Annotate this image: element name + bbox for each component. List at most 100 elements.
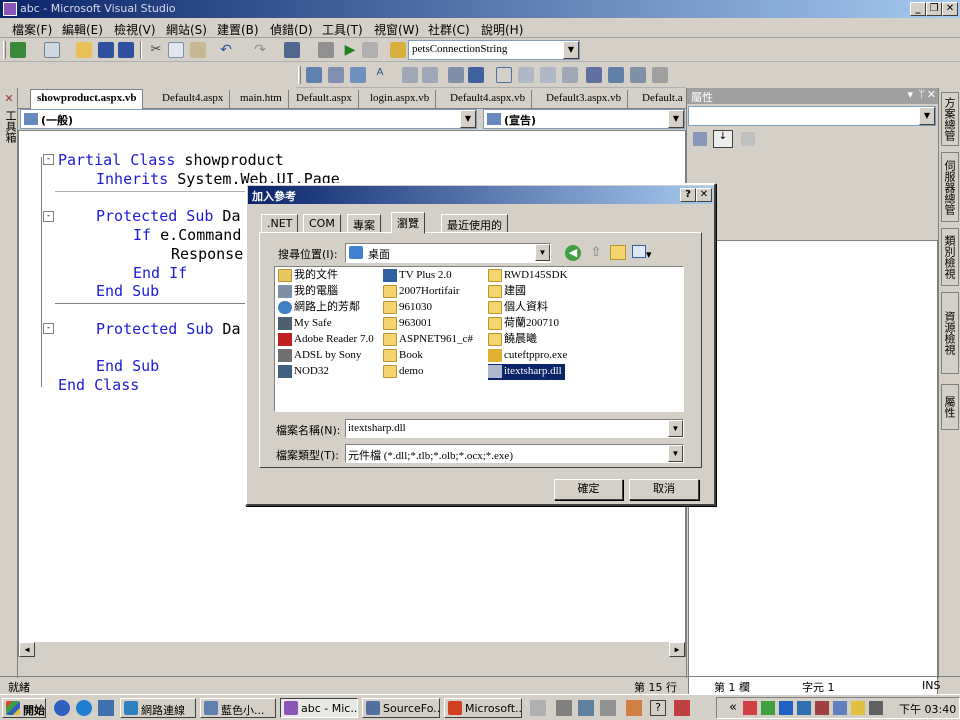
method-combo[interactable]: (宣告) ▼ bbox=[483, 109, 685, 129]
select-icon[interactable] bbox=[350, 67, 366, 83]
ok-button[interactable]: 確定 bbox=[554, 479, 623, 500]
tab-solution-explorer[interactable]: 方案總管 bbox=[941, 92, 959, 146]
list-item[interactable]: TV Plus 2.0 bbox=[383, 268, 452, 284]
horizontal-scrollbar[interactable]: ◀ ▶ bbox=[19, 641, 685, 657]
quicklaunch-icon[interactable] bbox=[530, 700, 546, 716]
add-item-icon[interactable] bbox=[44, 42, 60, 58]
task-icon[interactable] bbox=[586, 67, 602, 83]
list-item-selected[interactable]: itextsharp.dll bbox=[487, 363, 566, 381]
list-item[interactable]: RWD145SDK bbox=[488, 268, 568, 284]
tab-recent[interactable]: 最近使用的 bbox=[441, 214, 508, 233]
bookmark-clear-icon[interactable] bbox=[652, 67, 668, 83]
chevron-down-icon[interactable]: ▼ bbox=[668, 445, 683, 462]
chevron-down-icon[interactable]: ▼ bbox=[460, 110, 476, 128]
restore-button[interactable]: ❐ bbox=[926, 2, 942, 16]
chevron-down-icon[interactable]: ▼ bbox=[535, 244, 550, 261]
alphabetical-icon[interactable]: ↓ bbox=[713, 130, 733, 148]
media-player-icon[interactable] bbox=[54, 700, 70, 716]
menu-tools[interactable]: 工具(T) bbox=[322, 21, 363, 38]
tab-project[interactable]: 專案 bbox=[347, 214, 381, 233]
help-button[interactable]: ? bbox=[680, 188, 696, 202]
undo-icon[interactable]: ↶ bbox=[218, 42, 234, 58]
connection-combo[interactable]: petsConnectionString ▼ bbox=[408, 40, 580, 60]
connection-icon[interactable] bbox=[390, 42, 406, 58]
tray-icon[interactable] bbox=[815, 701, 829, 715]
task-sourceforge[interactable]: SourceFo... bbox=[362, 698, 440, 718]
outdent-icon[interactable] bbox=[402, 67, 418, 83]
save-all-icon[interactable] bbox=[118, 42, 134, 58]
close-icon[interactable]: ✕ bbox=[927, 88, 936, 101]
find-icon[interactable] bbox=[362, 42, 378, 58]
new-folder-icon[interactable] bbox=[610, 245, 626, 260]
collapse-icon[interactable]: - bbox=[43, 323, 54, 334]
tab-default4-aspx[interactable]: Default4.aspx bbox=[156, 90, 231, 108]
menu-website[interactable]: 網站(S) bbox=[166, 21, 207, 38]
navigate-icon[interactable] bbox=[284, 42, 300, 58]
tab-server-explorer[interactable]: 伺服器總管 bbox=[941, 152, 959, 222]
tab-properties[interactable]: 屬性 bbox=[941, 384, 959, 430]
task-visual-studio[interactable]: abc - Mic... bbox=[280, 698, 358, 718]
list-item[interactable]: cuteftppro.exe bbox=[488, 348, 567, 364]
ie-icon[interactable] bbox=[76, 700, 92, 716]
dialog-close-button[interactable]: ✕ bbox=[696, 188, 712, 202]
quicklaunch-icon[interactable] bbox=[556, 700, 572, 716]
quicklaunch-icon[interactable] bbox=[578, 700, 594, 716]
file-list[interactable]: 我的文件 我的電腦 網路上的芳鄰 My Safe Adobe Reader 7.… bbox=[274, 266, 684, 412]
property-pages-icon[interactable] bbox=[741, 132, 755, 146]
class-combo[interactable]: (一般) ▼ bbox=[20, 109, 477, 129]
tab-default4-aspx-vb[interactable]: Default4.aspx.vb bbox=[444, 90, 533, 108]
list-item[interactable]: 荷蘭200710 bbox=[488, 316, 559, 332]
collapse-icon[interactable]: - bbox=[43, 154, 54, 165]
toolbox-tab[interactable]: 工具箱 bbox=[2, 110, 18, 143]
task-microsoft[interactable]: Microsoft... bbox=[444, 698, 522, 718]
task-blue[interactable]: 藍色小... bbox=[200, 698, 276, 718]
menu-edit[interactable]: 編輯(E) bbox=[62, 21, 103, 38]
next-bookmark-icon[interactable] bbox=[540, 67, 556, 83]
toolbar-grip[interactable] bbox=[3, 41, 6, 59]
layout-icon[interactable] bbox=[306, 67, 322, 83]
tab-class-view[interactable]: 類別檢視 bbox=[941, 228, 959, 286]
property-grid[interactable] bbox=[688, 240, 938, 705]
title-bar[interactable]: abc - Microsoft Visual Studio _ ❐ ✕ bbox=[0, 0, 960, 18]
tab-resource-view[interactable]: 資源檢視 bbox=[941, 292, 959, 374]
tab-main-htm[interactable]: main.htm bbox=[234, 90, 289, 108]
dropdown-icon[interactable]: ▾ bbox=[907, 88, 913, 101]
list-item[interactable]: ADSL by Sony bbox=[278, 348, 361, 364]
pin-icon[interactable]: ᛘ bbox=[918, 88, 925, 101]
up-folder-icon[interactable]: ⇧ bbox=[588, 245, 604, 261]
start-button[interactable]: 開始 bbox=[2, 698, 46, 718]
list-item[interactable]: NOD32 bbox=[278, 364, 329, 380]
open-file-icon[interactable] bbox=[76, 42, 92, 58]
position-icon[interactable] bbox=[328, 67, 344, 83]
filename-input[interactable]: itextsharp.dll ▼ bbox=[345, 419, 684, 438]
task-network[interactable]: 網路連線 bbox=[120, 698, 196, 718]
tab-com[interactable]: COM bbox=[303, 214, 341, 233]
lookin-combo[interactable]: 桌面 ▼ bbox=[345, 243, 551, 263]
cut-icon[interactable]: ✂ bbox=[148, 42, 164, 58]
new-project-icon[interactable] bbox=[10, 42, 26, 58]
minimize-button[interactable]: _ bbox=[910, 2, 926, 16]
list-item[interactable]: ASPNET961_c# bbox=[383, 332, 473, 348]
uncomment-icon[interactable] bbox=[468, 67, 484, 83]
menu-help[interactable]: 說明(H) bbox=[481, 21, 523, 38]
list-item[interactable]: 饒晨曦 bbox=[488, 332, 537, 348]
redo-icon[interactable]: ↷ bbox=[252, 42, 268, 58]
menu-build[interactable]: 建置(B) bbox=[217, 21, 259, 38]
bluetooth-icon[interactable] bbox=[797, 701, 811, 715]
tab-default3-aspx-vb[interactable]: Default3.aspx.vb bbox=[540, 90, 629, 108]
list-item[interactable]: 我的電腦 bbox=[278, 284, 338, 300]
comment-icon[interactable] bbox=[448, 67, 464, 83]
menu-community[interactable]: 社群(C) bbox=[428, 21, 470, 38]
tray-expand-icon[interactable]: « bbox=[729, 700, 737, 715]
close-button[interactable]: ✕ bbox=[942, 2, 958, 16]
tab-login-aspx-vb[interactable]: login.aspx.vb bbox=[364, 90, 437, 108]
tab-browse[interactable]: 瀏覽 bbox=[391, 212, 425, 234]
menu-window[interactable]: 視窗(W) bbox=[374, 21, 419, 38]
tab-default-aspx[interactable]: Default.aspx bbox=[290, 90, 359, 108]
list-item[interactable]: My Safe bbox=[278, 316, 332, 332]
list-item[interactable]: 建國 bbox=[488, 284, 526, 300]
list-item[interactable]: demo bbox=[383, 364, 423, 380]
clear-bookmark-icon[interactable] bbox=[562, 67, 578, 83]
chevron-down-icon[interactable]: ▼ bbox=[563, 41, 579, 59]
scroll-right-icon[interactable]: ▶ bbox=[669, 642, 685, 657]
